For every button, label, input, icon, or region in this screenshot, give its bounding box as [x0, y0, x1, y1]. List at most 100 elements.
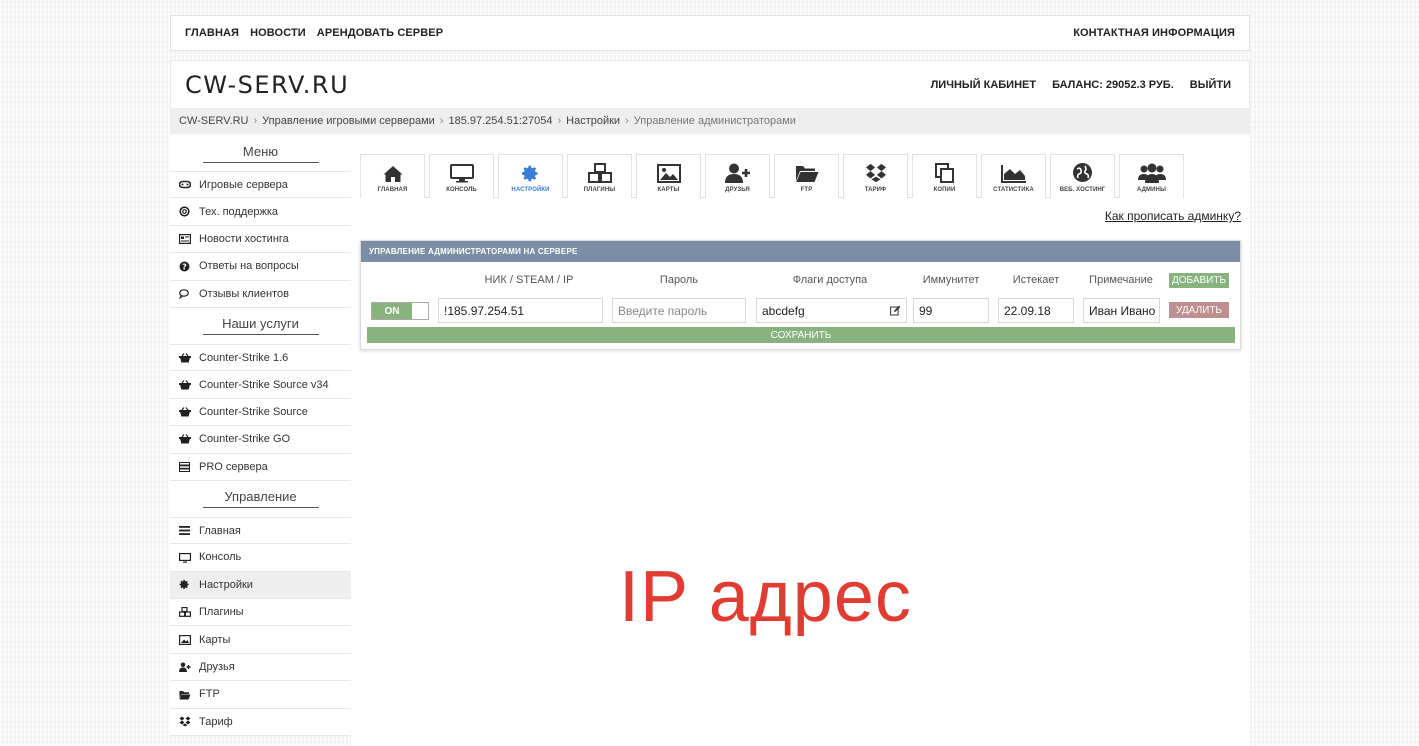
sidebar-item-label: Тариф [199, 715, 233, 728]
how-to-admin-link[interactable]: Как прописать админку? [1105, 209, 1241, 223]
sidebar-item-settings[interactable]: Настройки [170, 571, 351, 600]
delete-admin-button[interactable]: УДАЛИТЬ [1169, 302, 1229, 318]
sidebar-item-csgo[interactable]: Counter-Strike GO [170, 426, 351, 454]
sidebar-item-support[interactable]: Тех. поддержка [170, 198, 351, 226]
tab-settings[interactable]: НАСТРОЙКИ [498, 154, 563, 198]
sidebar-heading-manage: Управление [170, 481, 351, 517]
sidebar-item-main[interactable]: Главная [170, 516, 351, 545]
server-icon [179, 461, 199, 473]
tab-plugins[interactable]: ПЛАГИНЫ [567, 154, 632, 198]
note-input[interactable]: Иван Ивано [1083, 298, 1160, 323]
users-icon [1137, 163, 1166, 183]
sidebar-item-css[interactable]: Counter-Strike Source [170, 399, 351, 427]
tab-label: АДМИНЫ [1137, 187, 1166, 193]
admin-enabled-toggle[interactable]: ON [371, 302, 429, 320]
expires-input[interactable]: 22.09.18 [998, 298, 1074, 323]
site-logo[interactable]: CW-SERV.RU [185, 71, 349, 99]
sidebar-item-label: Counter-Strike Source v34 [199, 378, 329, 391]
sidebar-item-label: Настройки [199, 578, 253, 591]
logout-link[interactable]: ВЫЙТИ [1190, 79, 1231, 91]
sidebar-item-label: Counter-Strike Source [199, 405, 308, 418]
tab-label: НАСТРОЙКИ [511, 187, 550, 193]
column-header-note: Примечание [1089, 274, 1153, 286]
sidebar-item-ftp[interactable]: FTP [170, 681, 351, 709]
sidebar-item-label: FTP [199, 688, 220, 701]
comments-icon [178, 288, 199, 300]
edit-icon[interactable] [890, 305, 901, 316]
sidebar-item-label: Консоль [199, 551, 242, 564]
save-button[interactable]: СОХРАНИТЬ [367, 327, 1235, 343]
sidebar-item-label: Главная [199, 524, 241, 537]
admin-management-panel: УПРАВЛЕНИЕ АДМИНИСТРАТОРАМИ НА СЕРВЕРЕ Н… [360, 240, 1241, 350]
tab-admins[interactable]: АДМИНЫ [1119, 154, 1184, 198]
sidebar-item-plugins[interactable]: Плагины [170, 599, 351, 627]
cabinet-link[interactable]: ЛИЧНЫЙ КАБИНЕТ [931, 79, 1037, 91]
tab-label: КОПИИ [933, 187, 956, 193]
user-plus-icon [724, 163, 750, 183]
breadcrumb-item[interactable]: Настройки [566, 115, 620, 127]
sidebar-item-label: Плагины [199, 606, 244, 619]
sidebar-item-pro-servers[interactable]: PRO сервера [170, 454, 351, 481]
tab-ftp[interactable]: FTP [774, 154, 839, 198]
sidebar-item-friends[interactable]: Друзья [170, 654, 351, 682]
tab-web-hosting[interactable]: ВЕБ. ХОСТИНГ [1050, 154, 1115, 198]
sidebar-item-label: Тех. поддержка [199, 205, 279, 218]
home-icon [383, 166, 402, 182]
nav-link-home[interactable]: ГЛАВНАЯ [185, 27, 239, 39]
sidebar-item-label: Counter-Strike GO [199, 433, 291, 446]
basket-icon [179, 379, 199, 391]
basket-icon [179, 406, 199, 418]
area-chart-icon [1000, 165, 1026, 183]
image-icon [656, 164, 681, 183]
tab-console[interactable]: КОНСОЛЬ [429, 154, 494, 198]
breadcrumb-item[interactable]: Управление игровыми серверами [262, 115, 435, 127]
dropbox-icon [865, 163, 886, 183]
nav-link-news[interactable]: НОВОСТИ [250, 27, 306, 39]
sidebar-item-tariff[interactable]: Тариф [170, 709, 351, 737]
breadcrumb-separator: › [557, 115, 562, 127]
sidebar-item-label: Друзья [199, 661, 235, 674]
tab-tariff[interactable]: ТАРИФ [843, 154, 908, 198]
breadcrumb-current: Управление администраторами [633, 115, 796, 127]
flags-input[interactable]: abcdefg [756, 298, 907, 323]
globe-icon [1073, 163, 1092, 182]
image-icon [179, 634, 199, 646]
breadcrumb-separator: › [439, 115, 444, 127]
basket-icon [179, 433, 199, 445]
sidebar-item-faq[interactable]: ? Ответы на вопросы [170, 253, 351, 281]
tab-label: ДРУЗЬЯ [725, 187, 750, 193]
breadcrumb-item[interactable]: CW-SERV.RU [179, 115, 248, 127]
tab-statistics[interactable]: СТАТИСТИКА [981, 154, 1046, 198]
add-admin-button[interactable]: ДОБАВИТЬ [1169, 273, 1229, 288]
tab-maps[interactable]: КАРТЫ [636, 154, 701, 198]
nav-link-rent-server[interactable]: АРЕНДОВАТЬ СЕРВЕР [317, 27, 443, 39]
immunity-input[interactable]: 99 [913, 298, 989, 323]
main-content: ГЛАВНАЯ КОНСОЛЬ НАСТРОЙКИ ПЛАГИНЫ КАРТЫ … [351, 135, 1250, 746]
sidebar-item-label: Отзывы клиентов [199, 287, 289, 300]
nav-link-contact[interactable]: КОНТАКТНАЯ ИНФОРМАЦИЯ [1073, 27, 1235, 39]
sidebar-item-css-v34[interactable]: Counter-Strike Source v34 [170, 371, 351, 399]
sidebar-item-maps[interactable]: Карты [170, 626, 351, 654]
sidebar: Меню Игровые сервера Тех. поддержка Ново… [170, 135, 351, 737]
nick-input[interactable]: !185.97.254.51 [438, 298, 603, 323]
tab-label: СТАТИСТИКА [993, 187, 1034, 193]
sidebar-item-news[interactable]: Новости хостинга [170, 226, 351, 254]
sidebar-item-cs16[interactable]: Counter-Strike 1.6 [170, 343, 351, 372]
sidebar-item-console[interactable]: Консоль [170, 544, 351, 572]
tab-label: ПЛАГИНЫ [583, 187, 616, 193]
tab-label: ТАРИФ [864, 187, 887, 193]
tab-home[interactable]: ГЛАВНАЯ [360, 154, 425, 198]
top-nav: ГЛАВНАЯ НОВОСТИ АРЕНДОВАТЬ СЕРВЕР КОНТАК… [170, 15, 1250, 51]
breadcrumb-item[interactable]: 185.97.254.51:27054 [448, 115, 552, 127]
password-input[interactable]: Введите пароль [612, 298, 746, 323]
basket-icon [179, 352, 199, 364]
tab-friends[interactable]: ДРУЗЬЯ [705, 154, 770, 198]
sidebar-item-label: PRO сервера [199, 460, 268, 473]
sidebar-item-reviews[interactable]: Отзывы клиентов [170, 281, 351, 308]
column-headers: НИК / STEAM / IP Пароль Флаги доступа Им… [361, 272, 1240, 288]
tab-backups[interactable]: КОПИИ [912, 154, 977, 198]
admin-row: ON !185.97.254.51 Введите пароль abcdefg… [361, 297, 1240, 323]
breadcrumb: CW-SERV.RU › Управление игровыми серверам… [170, 108, 1250, 134]
sidebar-item-game-servers[interactable]: Игровые сервера [170, 171, 351, 199]
sidebar-item-label: Новости хостинга [199, 232, 289, 245]
